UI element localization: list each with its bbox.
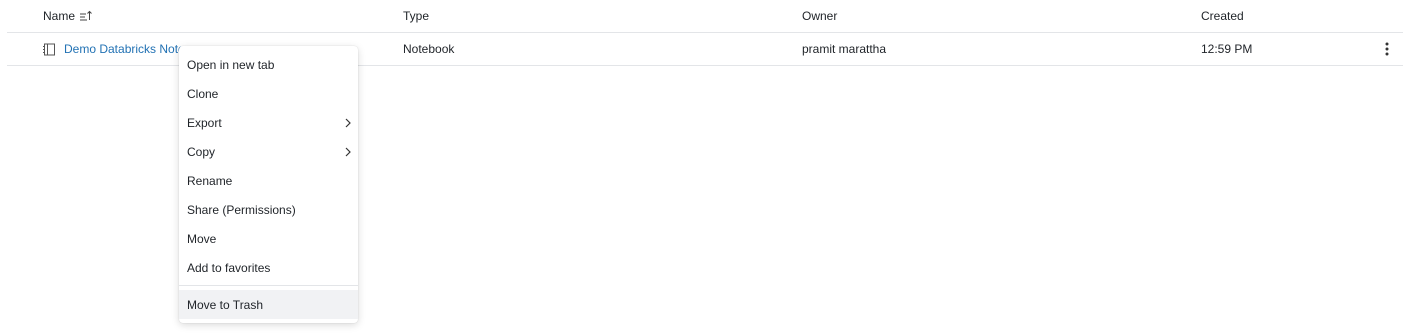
- column-header-type[interactable]: Type: [403, 0, 429, 32]
- menu-item-label: Move: [187, 231, 217, 246]
- menu-item-rename[interactable]: Rename: [179, 166, 358, 195]
- workspace-file-browser: Name Type Owner Created Demo Databricks …: [0, 0, 1409, 336]
- menu-item-move[interactable]: Move: [179, 224, 358, 253]
- menu-item-label: Clone: [187, 86, 219, 101]
- menu-item-move-to-trash[interactable]: Move to Trash: [179, 290, 358, 319]
- menu-item-label: Add to favorites: [187, 260, 271, 275]
- menu-item-label: Move to Trash: [187, 297, 264, 312]
- menu-item-copy[interactable]: Copy: [179, 137, 358, 166]
- menu-item-label: Share (Permissions): [187, 202, 296, 217]
- menu-item-share-permissions[interactable]: Share (Permissions): [179, 195, 358, 224]
- column-header-name[interactable]: Name: [43, 0, 93, 32]
- column-header-owner[interactable]: Owner: [802, 0, 837, 32]
- menu-item-label: Rename: [187, 173, 233, 188]
- menu-item-export[interactable]: Export: [179, 108, 358, 137]
- chevron-right-icon: [344, 117, 352, 129]
- menu-item-label: Open in new tab: [187, 57, 275, 72]
- table-header-row: Name Type Owner Created: [7, 0, 1403, 33]
- menu-item-label: Copy: [187, 144, 216, 159]
- menu-item-open-in-new-tab[interactable]: Open in new tab: [179, 50, 358, 79]
- menu-divider: [179, 285, 358, 286]
- column-header-name-label: Name: [43, 9, 76, 23]
- sort-ascending-icon[interactable]: [79, 10, 93, 22]
- context-menu: Open in new tab Clone Export Copy Rename…: [179, 46, 358, 323]
- row-name-cell: Demo Databricks Note: [43, 33, 185, 65]
- menu-item-clone[interactable]: Clone: [179, 79, 358, 108]
- menu-item-add-to-favorites[interactable]: Add to favorites: [179, 253, 358, 282]
- notebook-name-link[interactable]: Demo Databricks Note: [64, 42, 185, 56]
- chevron-right-icon: [344, 146, 352, 158]
- column-header-created[interactable]: Created: [1201, 0, 1244, 32]
- row-owner-cell: pramit marattha: [802, 42, 887, 56]
- row-created-cell: 12:59 PM: [1201, 42, 1253, 56]
- row-type-cell: Notebook: [403, 42, 455, 56]
- menu-item-label: Export: [187, 115, 222, 130]
- kebab-menu-icon[interactable]: [1379, 33, 1395, 65]
- notebook-icon: [43, 43, 56, 56]
